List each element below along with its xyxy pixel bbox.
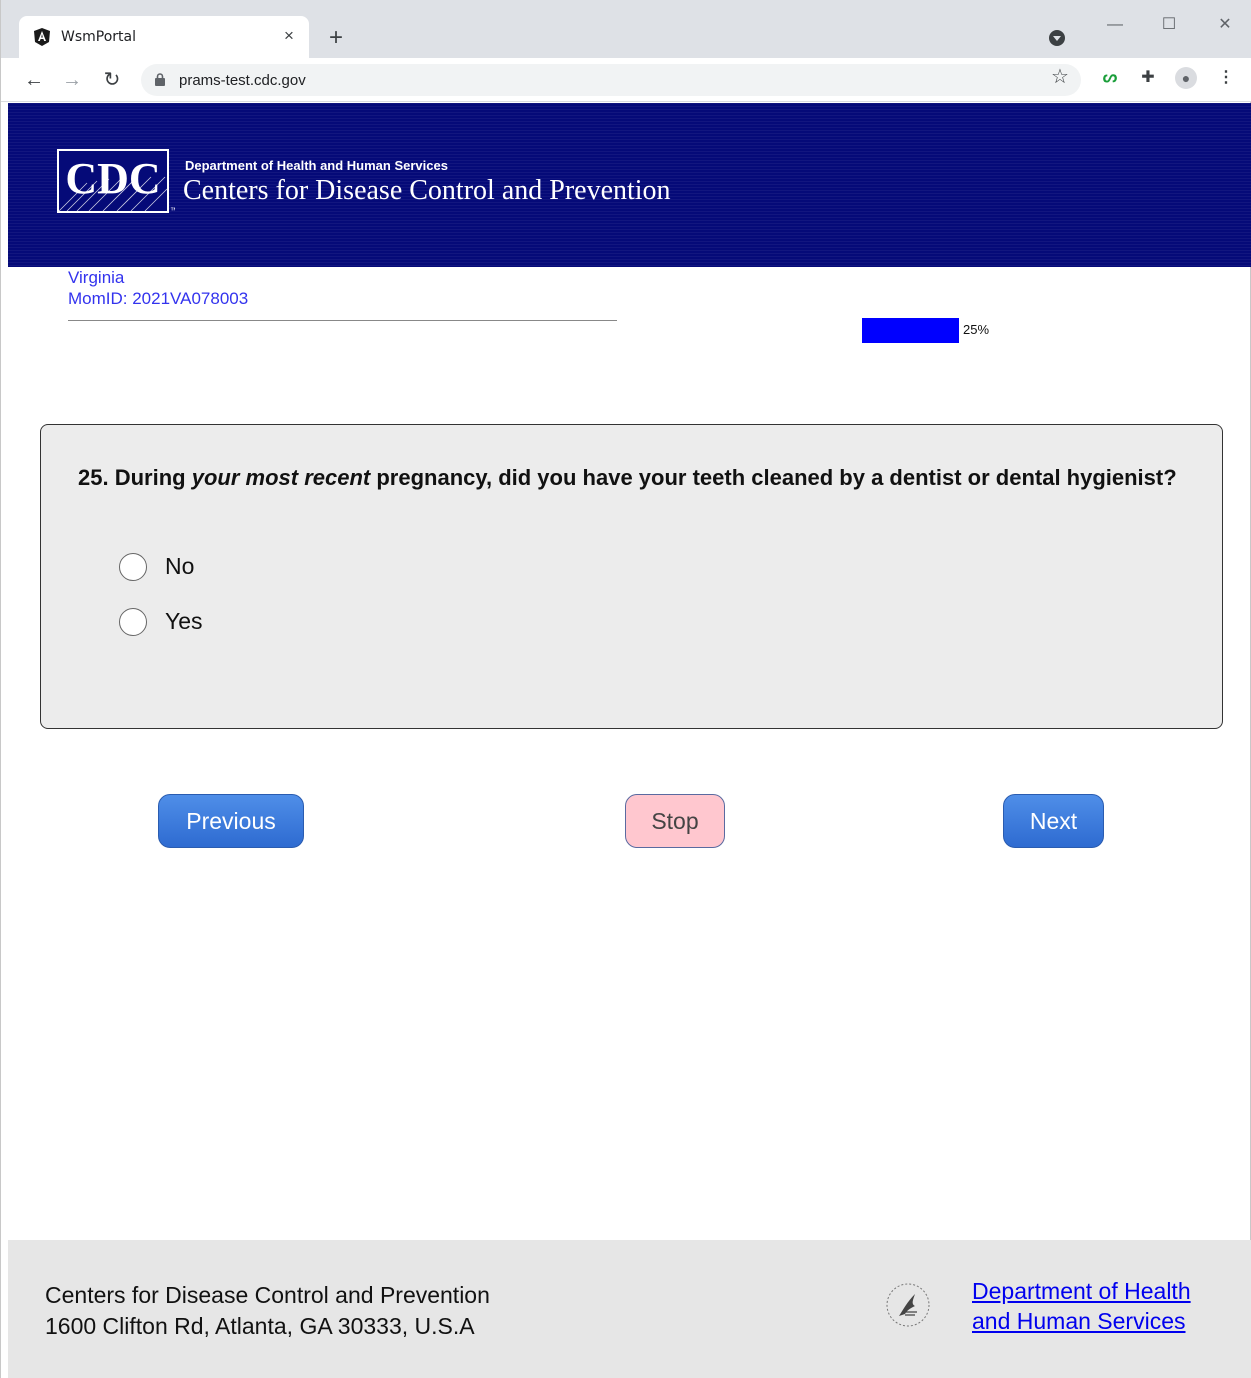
- state-label: Virginia: [68, 268, 125, 287]
- tab-strip: WsmPortal × + — ☐ ✕: [1, 0, 1251, 58]
- department-title: Department of Health and Human Services: [185, 158, 448, 173]
- footer-org-name: Centers for Disease Control and Preventi…: [45, 1282, 490, 1308]
- profile-avatar-icon[interactable]: ●: [1175, 67, 1197, 89]
- option-no-label[interactable]: No: [165, 553, 194, 580]
- address-bar[interactable]: prams-test.cdc.gov: [141, 64, 1081, 96]
- media-control-icon[interactable]: [1049, 30, 1065, 46]
- menu-kebab-icon[interactable]: ⋮: [1215, 67, 1237, 89]
- maximize-button[interactable]: ☐: [1149, 10, 1189, 40]
- question-text-before: During: [114, 465, 186, 490]
- radio-yes[interactable]: [119, 608, 147, 636]
- url-text: prams-test.cdc.gov: [179, 72, 306, 89]
- reload-icon[interactable]: ↻: [99, 67, 125, 93]
- question-text-after: pregnancy, did you have your teeth clean…: [376, 465, 1177, 490]
- stop-button[interactable]: Stop: [625, 794, 725, 848]
- extension-green-icon[interactable]: ᔕ: [1099, 67, 1121, 89]
- cdc-header-banner: CDC ™ Department of Health and Human Ser…: [8, 103, 1251, 267]
- radio-no[interactable]: [119, 553, 147, 581]
- previous-button[interactable]: Previous: [158, 794, 304, 848]
- extensions-puzzle-icon[interactable]: ✚: [1137, 67, 1159, 89]
- bookmark-star-icon[interactable]: ☆: [1051, 64, 1069, 89]
- question-number: 25.: [78, 465, 109, 490]
- question-card: 25. During your most recent pregnancy, d…: [40, 424, 1223, 729]
- close-window-button[interactable]: ✕: [1205, 10, 1245, 40]
- svg-text:CDC: CDC: [65, 154, 160, 203]
- tab-wsmportal[interactable]: WsmPortal ×: [19, 16, 309, 58]
- forward-arrow-icon[interactable]: →: [59, 67, 85, 93]
- tab-close-icon[interactable]: ×: [279, 26, 299, 46]
- next-button[interactable]: Next: [1003, 794, 1104, 848]
- question-text: 25. During your most recent pregnancy, d…: [78, 462, 1188, 493]
- angular-icon: [34, 28, 50, 46]
- minimize-button[interactable]: —: [1095, 10, 1135, 40]
- back-arrow-icon[interactable]: ←: [21, 67, 47, 93]
- progress-label: 25%: [963, 322, 990, 337]
- page-footer: Centers for Disease Control and Preventi…: [8, 1240, 1251, 1378]
- option-yes-label[interactable]: Yes: [165, 608, 203, 635]
- cdc-logo: CDC ™: [57, 149, 175, 215]
- lock-icon: [155, 73, 165, 86]
- info-divider: [68, 320, 617, 321]
- progress-bar: [862, 318, 959, 343]
- agency-title: Centers for Disease Control and Preventi…: [183, 175, 671, 206]
- svg-text:™: ™: [170, 206, 175, 215]
- new-tab-button[interactable]: +: [323, 26, 349, 52]
- browser-window: WsmPortal × + — ☐ ✕ ← → ↻ prams-test.cdc…: [0, 0, 1251, 1378]
- hhs-link[interactable]: Department of Health and Human Services: [972, 1276, 1232, 1336]
- question-emphasis: your most recent: [191, 465, 371, 490]
- tab-title: WsmPortal: [61, 29, 136, 45]
- hhs-eagle-icon: [886, 1283, 930, 1327]
- mom-id-label: MomID: 2021VA078003: [68, 289, 249, 308]
- footer-address: 1600 Clifton Rd, Atlanta, GA 30333, U.S.…: [45, 1313, 475, 1339]
